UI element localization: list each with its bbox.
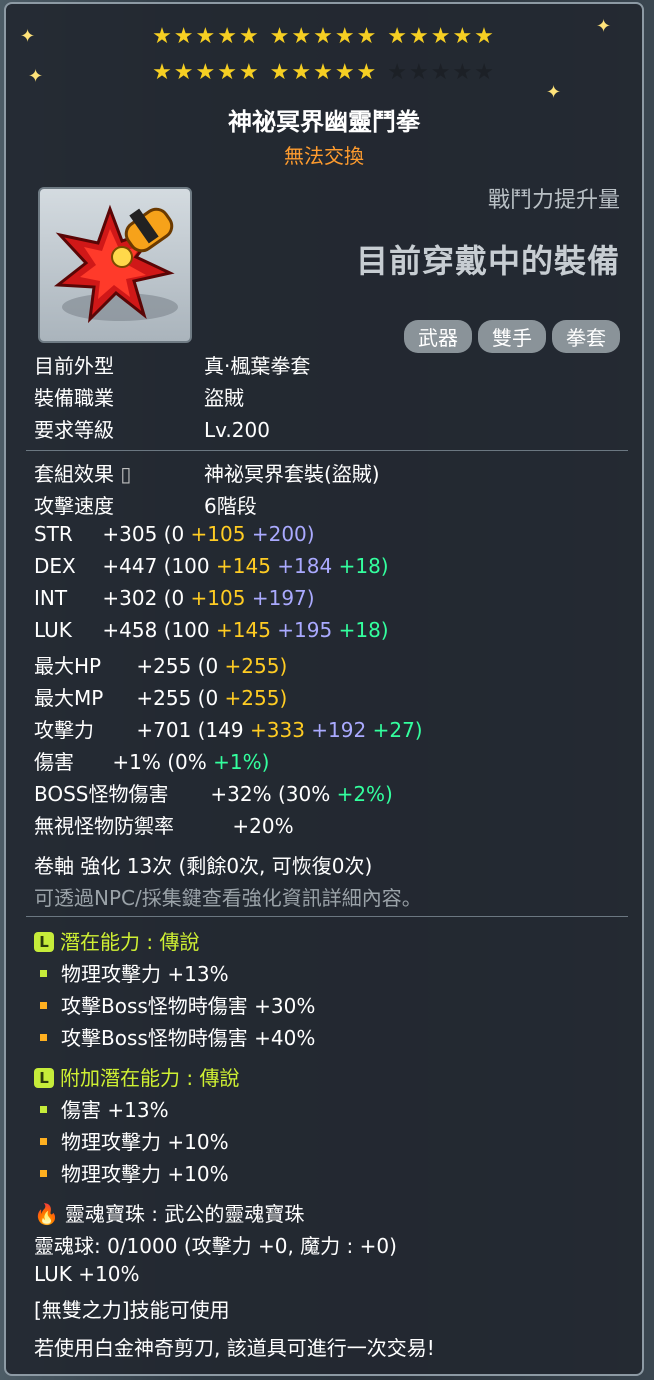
unique-bullet-icon: [40, 1002, 47, 1009]
legendary-bullet-icon: [40, 1106, 47, 1113]
stat-maxhp-row: 最大HP +255 (0 +255): [34, 654, 288, 678]
soul-bonus-line: LUK +10%: [34, 1262, 140, 1286]
platinum-scissors-note: 若使用白金神奇剪刀, 該道具可進行一次交易!: [34, 1336, 435, 1360]
additional-potential-line: 物理攻擊力 +10%: [34, 1158, 229, 1187]
set-effect-row: 套組效果 ▯ 神祕冥界套裝(盜賊): [34, 462, 380, 486]
stat-str-row: STR +305 (0 +105 +200): [34, 522, 315, 546]
stat-dex-row: DEX +447 (100 +145 +184 +18): [34, 554, 389, 578]
unique-bullet-icon: [40, 1170, 47, 1177]
starforce-row-2: ★★★★★ ★★★★★ ★★★★★: [6, 60, 642, 85]
potential-line: 攻擊Boss怪物時傷害 +40%: [34, 1022, 315, 1051]
starforce-stars-empty: ★★★★★: [387, 60, 496, 85]
combat-power-value: 目前穿戴中的裝備: [355, 242, 620, 280]
tag-two-handed: 雙手: [478, 320, 546, 353]
soul-flame-icon: 🔥: [34, 1202, 59, 1226]
potential-header: L 潛在能力 : 傳說: [34, 926, 199, 955]
stat-ignore-defense-row: 無視怪物防禦率 +20%: [34, 814, 294, 838]
additional-potential-line: 物理攻擊力 +10%: [34, 1126, 229, 1155]
additional-potential-header: L 附加潛在能力 : 傳說: [34, 1062, 239, 1091]
sparkle-icon: ✦: [546, 82, 562, 103]
attack-speed-row: 攻擊速度 6階段: [34, 494, 257, 518]
job-row: 裝備職業 盜賊: [34, 386, 244, 410]
combat-power-label: 戰鬥力提升量: [487, 188, 620, 213]
level-row: 要求等級 Lv.200: [34, 418, 270, 442]
item-icon-frame: [38, 187, 192, 343]
claw-weapon-icon: [53, 204, 178, 324]
appearance-row: 目前外型 真·楓葉拳套: [34, 354, 311, 378]
divider: [26, 450, 628, 451]
item-tooltip: ✦ ✦ ✦ ✦ ★★★★★ ★★★★★ ★★★★★ ★★★★★ ★★★★★ ★★…: [4, 2, 644, 1376]
unique-bullet-icon: [40, 1138, 47, 1145]
starforce-row-1: ★★★★★ ★★★★★ ★★★★★: [6, 24, 642, 49]
stat-maxmp-row: 最大MP +255 (0 +255): [34, 686, 288, 710]
legendary-badge-icon: L: [34, 932, 54, 952]
legendary-bullet-icon: [40, 970, 47, 977]
stat-attack-row: 攻擊力 +701 (149 +333 +192 +27): [34, 718, 423, 742]
tag-weapon: 武器: [404, 320, 472, 353]
soul-skill-line: [無雙之力]技能可使用: [34, 1298, 230, 1322]
scroll-enhance-line: 卷軸 強化 13次 (剩餘0次, 可恢復0次): [34, 854, 373, 878]
stat-boss-damage-row: BOSS怪物傷害 +32% (30% +2%): [34, 782, 393, 806]
enhance-hint: 可透過NPC/採集鍵查看強化資訊詳細內容。: [34, 886, 422, 910]
soul-weapon-title: 🔥 靈魂寶珠 : 武公的靈魂寶珠: [34, 1202, 305, 1226]
starforce-stars-lit: ★★★★★ ★★★★★ ★★★★★: [152, 24, 496, 49]
tradeability-label: 無法交換: [284, 144, 364, 168]
soul-orb-line: 靈魂球: 0/1000 (攻擊力 +0, 魔力 : +0): [34, 1234, 397, 1258]
item-name: 神祕冥界幽靈鬥拳: [228, 108, 420, 136]
potential-line: 物理攻擊力 +13%: [34, 958, 229, 987]
stat-luk-row: LUK +458 (100 +145 +195 +18): [34, 618, 389, 642]
stat-damage-row: 傷害 +1% (0% +1%): [34, 750, 270, 774]
additional-potential-line: 傷害 +13%: [34, 1094, 169, 1123]
lock-icon: ▯: [120, 462, 132, 486]
item-category-tags: 武器 雙手 拳套: [404, 320, 620, 353]
tag-claw: 拳套: [552, 320, 620, 353]
legendary-badge-icon: L: [34, 1068, 54, 1088]
unique-bullet-icon: [40, 1034, 47, 1041]
starforce-stars-lit: ★★★★★ ★★★★★: [152, 60, 379, 85]
potential-line: 攻擊Boss怪物時傷害 +30%: [34, 990, 315, 1019]
divider: [26, 916, 628, 917]
stat-int-row: INT +302 (0 +105 +197): [34, 586, 315, 610]
